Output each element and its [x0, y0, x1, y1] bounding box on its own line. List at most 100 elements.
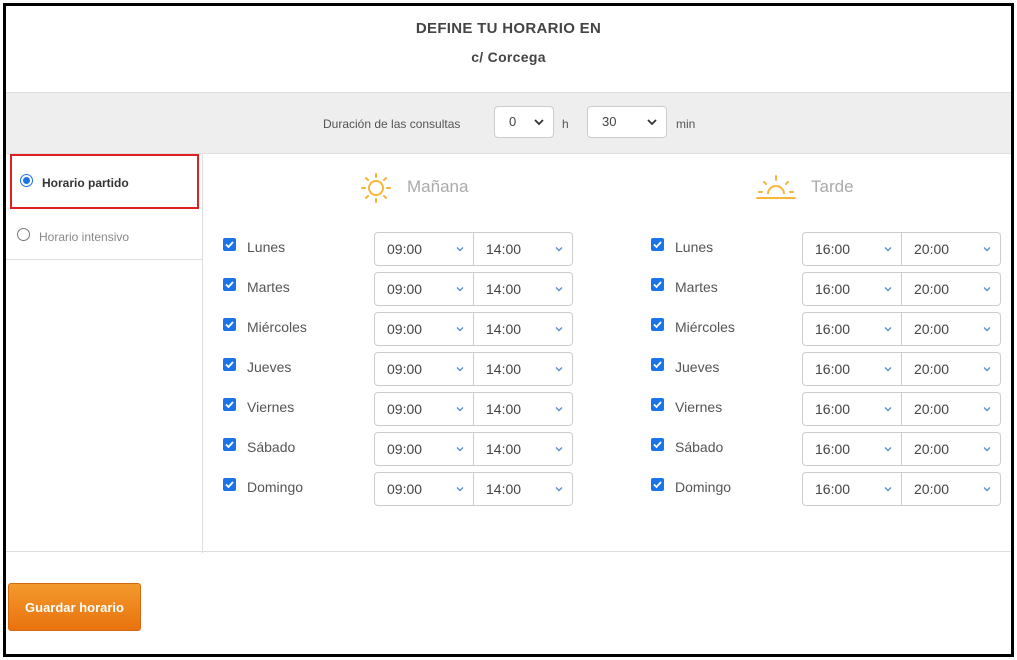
sun-icon	[361, 173, 391, 203]
chevron-down-icon	[555, 247, 563, 252]
start-time-value: 09:00	[387, 281, 423, 297]
end-time-select[interactable]: 20:00	[902, 232, 1001, 266]
start-time-select[interactable]: 09:00	[374, 432, 474, 466]
day-checkbox[interactable]	[651, 438, 664, 451]
chevron-down-icon	[456, 447, 464, 452]
hours-select[interactable]: 0	[494, 106, 554, 138]
divider	[6, 551, 1011, 552]
end-time-select[interactable]: 20:00	[902, 432, 1001, 466]
start-time-select[interactable]: 16:00	[802, 432, 902, 466]
day-checkbox[interactable]	[651, 478, 664, 491]
minutes-unit: min	[676, 117, 696, 131]
start-time-select[interactable]: 09:00	[374, 232, 474, 266]
check-icon	[225, 281, 234, 289]
chevron-down-icon	[884, 247, 892, 252]
day-checkbox[interactable]	[223, 278, 236, 291]
day-label: Domingo	[247, 479, 304, 495]
day-label: Viernes	[247, 399, 295, 415]
day-row: Jueves 09:00 14:00	[223, 352, 583, 386]
start-time-select[interactable]: 09:00	[374, 272, 474, 306]
day-row: Sábado 16:00 20:00	[651, 432, 1011, 466]
hours-value: 0	[509, 114, 517, 129]
chevron-down-icon	[884, 447, 892, 452]
minutes-select[interactable]: 30	[587, 106, 667, 138]
day-label: Miércoles	[247, 319, 307, 335]
start-time-select[interactable]: 09:00	[374, 392, 474, 426]
day-checkbox[interactable]	[223, 358, 236, 371]
check-icon	[653, 281, 662, 289]
start-time-value: 16:00	[815, 281, 851, 297]
end-time-select[interactable]: 14:00	[474, 472, 573, 506]
option-horario-partido[interactable]: Horario partido	[10, 154, 199, 209]
day-checkbox[interactable]	[651, 238, 664, 251]
day-row: Domingo 09:00 14:00	[223, 472, 583, 506]
day-checkbox[interactable]	[651, 278, 664, 291]
chevron-down-icon	[983, 487, 991, 492]
save-schedule-button[interactable]: Guardar horario	[8, 583, 141, 631]
start-time-select[interactable]: 09:00	[374, 472, 474, 506]
day-row: Viernes 16:00 20:00	[651, 392, 1011, 426]
start-time-select[interactable]: 09:00	[374, 352, 474, 386]
end-time-select[interactable]: 14:00	[474, 392, 573, 426]
day-row: Sábado 09:00 14:00	[223, 432, 583, 466]
chevron-down-icon	[647, 119, 657, 126]
day-checkbox[interactable]	[223, 238, 236, 251]
start-time-select[interactable]: 09:00	[374, 312, 474, 346]
chevron-down-icon	[555, 447, 563, 452]
end-time-select[interactable]: 14:00	[474, 232, 573, 266]
check-icon	[653, 401, 662, 409]
start-time-select[interactable]: 16:00	[802, 232, 902, 266]
day-checkbox[interactable]	[651, 398, 664, 411]
start-time-select[interactable]: 16:00	[802, 272, 902, 306]
chevron-down-icon	[456, 247, 464, 252]
day-checkbox[interactable]	[651, 318, 664, 331]
day-checkbox[interactable]	[223, 438, 236, 451]
radio-unselected[interactable]	[17, 228, 30, 241]
day-label: Lunes	[675, 239, 714, 255]
start-time-select[interactable]: 16:00	[802, 472, 902, 506]
start-time-value: 09:00	[387, 401, 423, 417]
day-row: Lunes 09:00 14:00	[223, 232, 583, 266]
check-icon	[225, 361, 234, 369]
chevron-down-icon	[456, 327, 464, 332]
start-time-value: 09:00	[387, 321, 423, 337]
chevron-down-icon	[555, 487, 563, 492]
end-time-select[interactable]: 14:00	[474, 432, 573, 466]
day-checkbox[interactable]	[651, 358, 664, 371]
start-time-value: 16:00	[815, 441, 851, 457]
option-label: Horario partido	[42, 176, 129, 190]
start-time-value: 16:00	[815, 241, 851, 257]
chevron-down-icon	[456, 287, 464, 292]
option-horario-intensivo[interactable]: Horario intensivo	[6, 210, 203, 260]
end-time-value: 20:00	[914, 441, 950, 457]
end-time-value: 20:00	[914, 281, 950, 297]
chevron-down-icon	[534, 119, 544, 126]
start-time-select[interactable]: 16:00	[802, 352, 902, 386]
start-time-value: 16:00	[815, 481, 851, 497]
end-time-select[interactable]: 14:00	[474, 312, 573, 346]
end-time-select[interactable]: 20:00	[902, 392, 1001, 426]
start-time-value: 09:00	[387, 441, 423, 457]
check-icon	[653, 321, 662, 329]
end-time-select[interactable]: 20:00	[902, 472, 1001, 506]
day-row: Miércoles 09:00 14:00	[223, 312, 583, 346]
chevron-down-icon	[555, 407, 563, 412]
end-time-select[interactable]: 20:00	[902, 312, 1001, 346]
end-time-value: 14:00	[486, 401, 522, 417]
chevron-down-icon	[983, 287, 991, 292]
sunset-icon	[756, 175, 796, 199]
day-checkbox[interactable]	[223, 478, 236, 491]
start-time-value: 09:00	[387, 361, 423, 377]
end-time-select[interactable]: 14:00	[474, 272, 573, 306]
radio-selected[interactable]	[20, 174, 33, 187]
start-time-select[interactable]: 16:00	[802, 312, 902, 346]
start-time-value: 16:00	[815, 321, 851, 337]
chevron-down-icon	[555, 287, 563, 292]
start-time-select[interactable]: 16:00	[802, 392, 902, 426]
day-checkbox[interactable]	[223, 398, 236, 411]
end-time-select[interactable]: 20:00	[902, 272, 1001, 306]
end-time-select[interactable]: 20:00	[902, 352, 1001, 386]
end-time-select[interactable]: 14:00	[474, 352, 573, 386]
day-checkbox[interactable]	[223, 318, 236, 331]
day-label: Martes	[247, 279, 290, 295]
